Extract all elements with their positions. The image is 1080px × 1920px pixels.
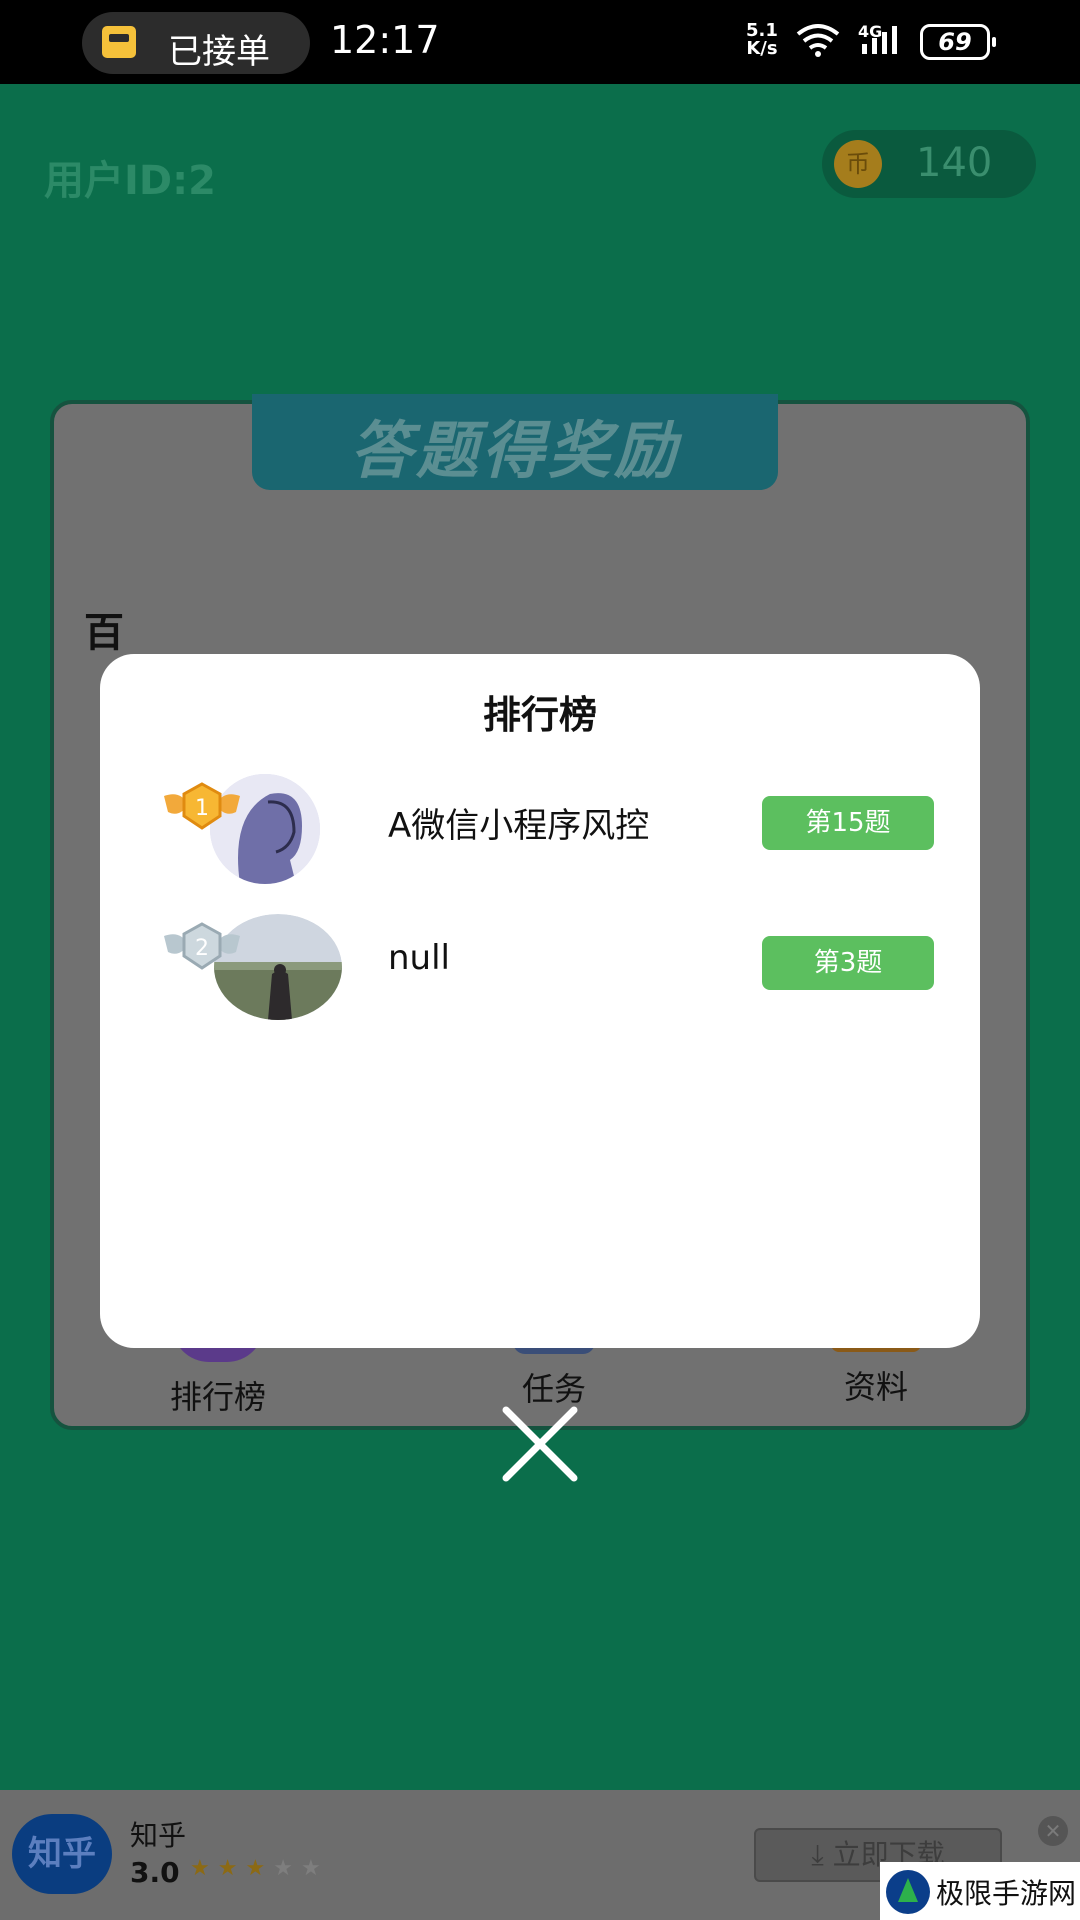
leaderboard-row: 1 A微信小程序风控 第15题	[100, 774, 980, 894]
silver-wings-badge: 2	[164, 922, 240, 970]
notification-text: 已接单	[168, 32, 270, 72]
star-icon: ★	[300, 1856, 329, 1881]
card-title: 答题得奖励	[349, 414, 680, 487]
close-icon[interactable]	[500, 1404, 580, 1484]
rank-number: 2	[195, 936, 209, 961]
star-icon: ★	[217, 1856, 246, 1881]
shop-icon	[102, 26, 136, 58]
user-id: 用户ID:2	[44, 158, 216, 204]
net-speed: 5.1 K/s	[746, 22, 778, 58]
status-bar: 已接单 12:17 5.1 K/s 4G 69	[0, 0, 1080, 84]
star-rating: ★★★★★	[190, 1856, 329, 1881]
leaderboard-dialog: 排行榜 1 A微信小程序风控 第15题 2 null 第3题	[100, 654, 980, 1348]
coin-icon: 币	[834, 140, 882, 188]
partial-text: 百	[84, 610, 124, 656]
level-button[interactable]: 第3题	[762, 936, 934, 990]
battery-indicator: 69	[920, 24, 996, 60]
watermark-text: 极限手游网	[936, 1877, 1077, 1910]
star-icon: ★	[273, 1856, 301, 1881]
star-icon: ★	[245, 1856, 274, 1881]
level-button[interactable]: 第15题	[762, 796, 934, 850]
download-icon: ⤓	[811, 1838, 833, 1871]
leaderboard-row: 2 null 第3题	[100, 914, 980, 1034]
ad-app-logo: 知乎	[12, 1814, 112, 1894]
coin-balance[interactable]: 币 140	[822, 130, 1036, 198]
clock: 12:17	[330, 18, 440, 62]
ad-app-name: 知乎	[130, 1819, 187, 1852]
gold-wings-badge: 1	[164, 782, 240, 830]
player-name: A微信小程序风控	[388, 806, 650, 846]
watermark: 极限手游网	[880, 1862, 1080, 1920]
ad-rating: 3.0	[130, 1856, 180, 1889]
net-speed-unit: K/s	[746, 38, 778, 59]
player-name: null	[388, 938, 450, 978]
rank-number: 1	[195, 796, 209, 821]
watermark-logo-icon	[886, 1870, 930, 1914]
dialog-title: 排行榜	[482, 693, 597, 737]
coin-count: 140	[916, 140, 993, 186]
star-icon: ★	[190, 1856, 218, 1881]
notification-pill[interactable]: 已接单	[82, 12, 310, 74]
nav-label: 资料	[843, 1368, 908, 1406]
wifi-icon	[796, 24, 840, 57]
ad-close-icon[interactable]: ✕	[1038, 1816, 1068, 1846]
nav-label: 排行榜	[169, 1378, 266, 1416]
